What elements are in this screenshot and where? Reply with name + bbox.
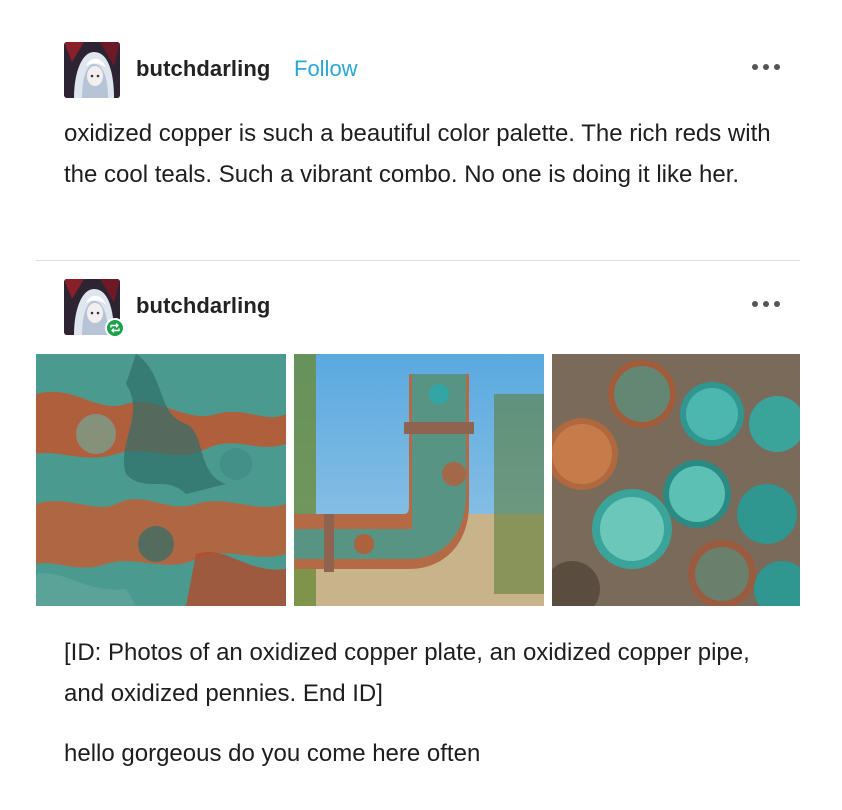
dot (752, 64, 758, 70)
image-description: [ID: Photos of an oxidized copper plate,… (64, 639, 750, 707)
avatar[interactable] (64, 42, 120, 98)
post-text: oxidized copper is such a beautiful colo… (64, 120, 771, 188)
photo-copper-plate[interactable] (36, 354, 286, 606)
divider (36, 260, 800, 261)
follow-button[interactable]: Follow (294, 56, 358, 82)
reblog-header: butchdarling (64, 279, 784, 338)
post-header: butchdarling Follow (64, 42, 784, 98)
dot (774, 301, 780, 307)
more-horizontal-icon[interactable] (752, 64, 780, 70)
photo-copper-pipe[interactable] (294, 354, 544, 606)
dot (774, 64, 780, 70)
username[interactable]: butchdarling (136, 56, 270, 82)
dot (763, 301, 769, 307)
more-horizontal-icon[interactable] (752, 301, 780, 307)
reblog-comment: hello gorgeous do you come here often (64, 740, 481, 767)
reblog-icon (105, 318, 125, 338)
dot (752, 301, 758, 307)
dot (763, 64, 769, 70)
username[interactable]: butchdarling (136, 293, 270, 319)
photo-pennies[interactable] (552, 354, 800, 606)
